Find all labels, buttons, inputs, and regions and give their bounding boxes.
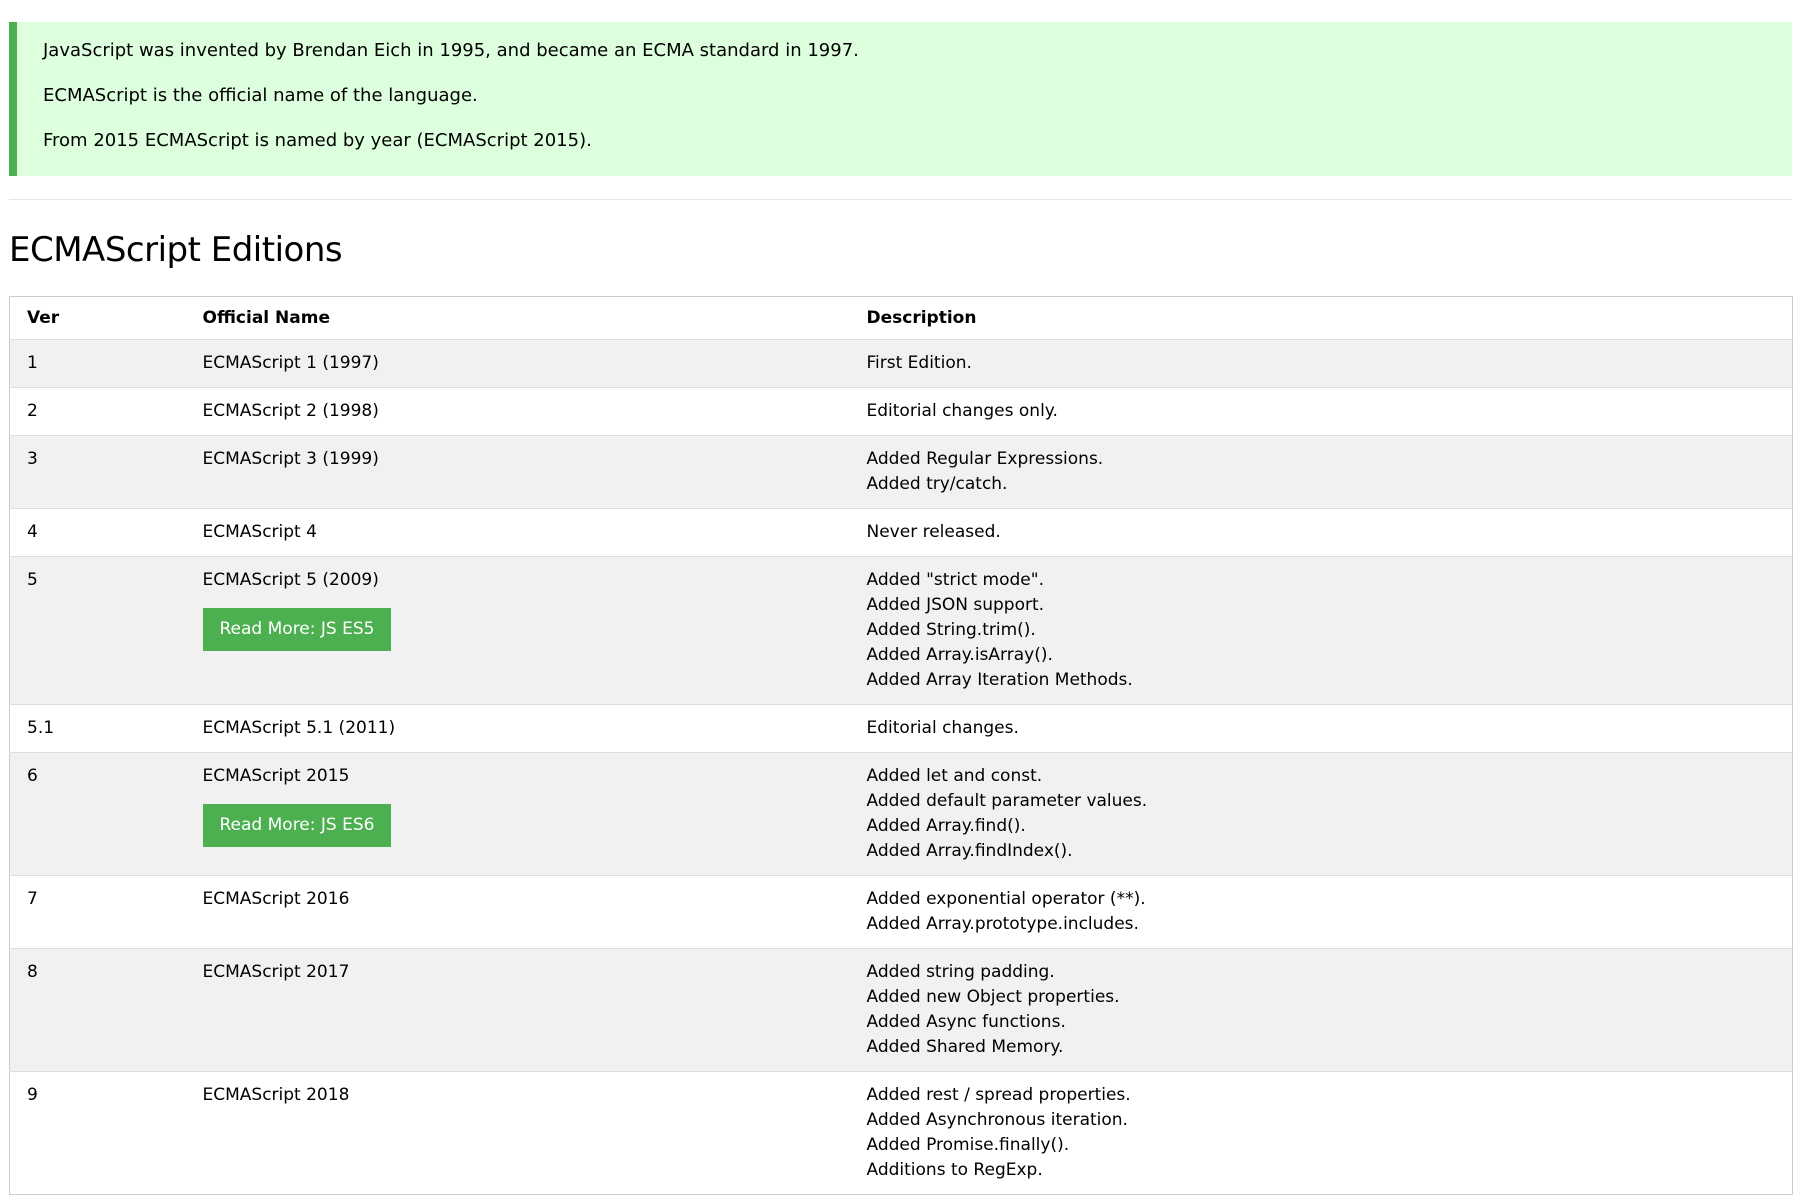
cell-ver: 5 [9, 556, 186, 705]
description-line: Added Asynchronous iteration. [866, 1110, 1128, 1130]
cell-ver: 4 [9, 508, 186, 557]
official-name-text: ECMAScript 1 (1997) [202, 353, 379, 373]
section-divider [9, 199, 1792, 200]
description-line: Added try/catch. [866, 474, 1008, 494]
description-line: Additions to RegExp. [866, 1160, 1043, 1180]
description-line: Added let and const. [866, 766, 1043, 786]
intro-note: JavaScript was invented by Brendan Eich … [9, 22, 1792, 176]
table-row: 2 ECMAScript 2 (1998) Editorial changes on… [9, 387, 1793, 436]
description-line: Added String.trim(). [866, 620, 1036, 640]
cell-official-name: ECMAScript 5 (2009) Read More: JS ES5 [185, 556, 850, 705]
cell-description: Never released. [849, 508, 1793, 557]
official-name-text: ECMAScript 5 (2009) [202, 570, 379, 590]
official-name-text: ECMAScript 2016 [202, 889, 350, 909]
cell-ver: 5.1 [9, 704, 186, 753]
cell-ver: 3 [9, 435, 186, 509]
description-line: Added Array Iteration Methods. [866, 670, 1133, 690]
description-line: Added JSON support. [866, 595, 1045, 615]
description-line: Editorial changes. [866, 718, 1019, 738]
cell-description: Editorial changes. [849, 704, 1793, 753]
cell-official-name: ECMAScript 1 (1997) [185, 339, 850, 388]
cell-description: Added exponential operator (**). Added Ar… [849, 875, 1793, 949]
read-more-button[interactable]: Read More: JS ES5 [202, 608, 392, 651]
cell-ver: 2 [9, 387, 186, 436]
official-name-text: ECMAScript 2018 [202, 1085, 350, 1105]
cell-official-name: ECMAScript 2 (1998) [185, 387, 850, 436]
table-row: 5 ECMAScript 5 (2009) Read More: JS ES5 Add… [9, 556, 1793, 705]
cell-description: Added let and const. Added default parame… [849, 752, 1793, 876]
cell-official-name: ECMAScript 2018 [185, 1071, 850, 1195]
cell-ver: 1 [9, 339, 186, 388]
table-row: 3 ECMAScript 3 (1999) Added Regular Expres… [9, 435, 1793, 509]
description-line: Added Async functions. [866, 1012, 1066, 1032]
header-ver: Ver [9, 296, 186, 340]
cell-ver: 7 [9, 875, 186, 949]
table-header-row: Ver Official Name Description [9, 296, 1793, 340]
read-more-button[interactable]: Read More: JS ES6 [202, 804, 392, 847]
description-line: Added Array.prototype.includes. [866, 914, 1139, 934]
editions-table: Ver Official Name Description 1 ECMAScrip… [9, 296, 1793, 1195]
description-line: Added "strict mode". [866, 570, 1044, 590]
note-line: ECMAScript is the official name of the l… [43, 85, 478, 106]
note-line: From 2015 ECMAScript is named by year (E… [43, 130, 592, 151]
description-line: Added Array.isArray(). [866, 645, 1053, 665]
table-row: 7 ECMAScript 2016 Added exponential operat… [9, 875, 1793, 949]
description-line: Added Array.findIndex(). [866, 841, 1073, 861]
cell-description: Added Regular Expressions. Added try/catc… [849, 435, 1793, 509]
cell-official-name: ECMAScript 3 (1999) [185, 435, 850, 509]
description-line: Added exponential operator (**). [866, 889, 1146, 909]
header-official-name: Official Name [185, 296, 850, 340]
description-line: Added string padding. [866, 962, 1055, 982]
cell-official-name: ECMAScript 5.1 (2011) [185, 704, 850, 753]
description-line: Added default parameter values. [866, 791, 1148, 811]
description-line: Added Promise.finally(). [866, 1135, 1070, 1155]
official-name-text: ECMAScript 4 [202, 522, 317, 542]
table-row: 8 ECMAScript 2017 Added string padding. Add… [9, 948, 1793, 1072]
cell-official-name: ECMAScript 2017 [185, 948, 850, 1072]
header-description: Description [849, 296, 1793, 340]
table-row: 5.1 ECMAScript 5.1 (2011) Editorial change… [9, 704, 1793, 753]
cell-ver: 8 [9, 948, 186, 1072]
official-name-text: ECMAScript 5.1 (2011) [202, 718, 396, 738]
table-row: 9 ECMAScript 2018 Added rest / spread prop… [9, 1071, 1793, 1195]
cell-description: Added rest / spread properties. Added Asy… [849, 1071, 1793, 1195]
cell-description: First Edition. [849, 339, 1793, 388]
description-line: First Edition. [866, 353, 972, 373]
official-name-text: ECMAScript 2015 [202, 766, 350, 786]
cell-description: Added "strict mode". Added JSON support. A… [849, 556, 1793, 705]
table-row: 1 ECMAScript 1 (1997) First Edition. [9, 339, 1793, 388]
table-row: 6 ECMAScript 2015 Read More: JS ES6 Added l… [9, 752, 1793, 876]
cell-ver: 6 [9, 752, 186, 876]
description-line: Added Regular Expressions. [866, 449, 1104, 469]
cell-description: Editorial changes only. [849, 387, 1793, 436]
description-line: Never released. [866, 522, 1001, 542]
official-name-text: ECMAScript 2017 [202, 962, 350, 982]
cell-official-name: ECMAScript 4 [185, 508, 850, 557]
description-line: Added new Object properties. [866, 987, 1120, 1007]
description-line: Added Array.find(). [866, 816, 1026, 836]
cell-description: Added string padding. Added new Object pr… [849, 948, 1793, 1072]
description-line: Editorial changes only. [866, 401, 1058, 421]
description-line: Added Shared Memory. [866, 1037, 1064, 1057]
official-name-text: ECMAScript 2 (1998) [202, 401, 379, 421]
cell-official-name: ECMAScript 2015 Read More: JS ES6 [185, 752, 850, 876]
table-row: 4 ECMAScript 4 Never released. [9, 508, 1793, 557]
official-name-text: ECMAScript 3 (1999) [202, 449, 379, 469]
cell-ver: 9 [9, 1071, 186, 1195]
description-line: Added rest / spread properties. [866, 1085, 1131, 1105]
cell-official-name: ECMAScript 2016 [185, 875, 850, 949]
table-body: 1 ECMAScript 1 (1997) First Edition. 2 ECMAS… [9, 339, 1793, 1195]
section-title: ECMAScript Editions [9, 230, 343, 270]
note-line: JavaScript was invented by Brendan Eich … [43, 40, 859, 61]
